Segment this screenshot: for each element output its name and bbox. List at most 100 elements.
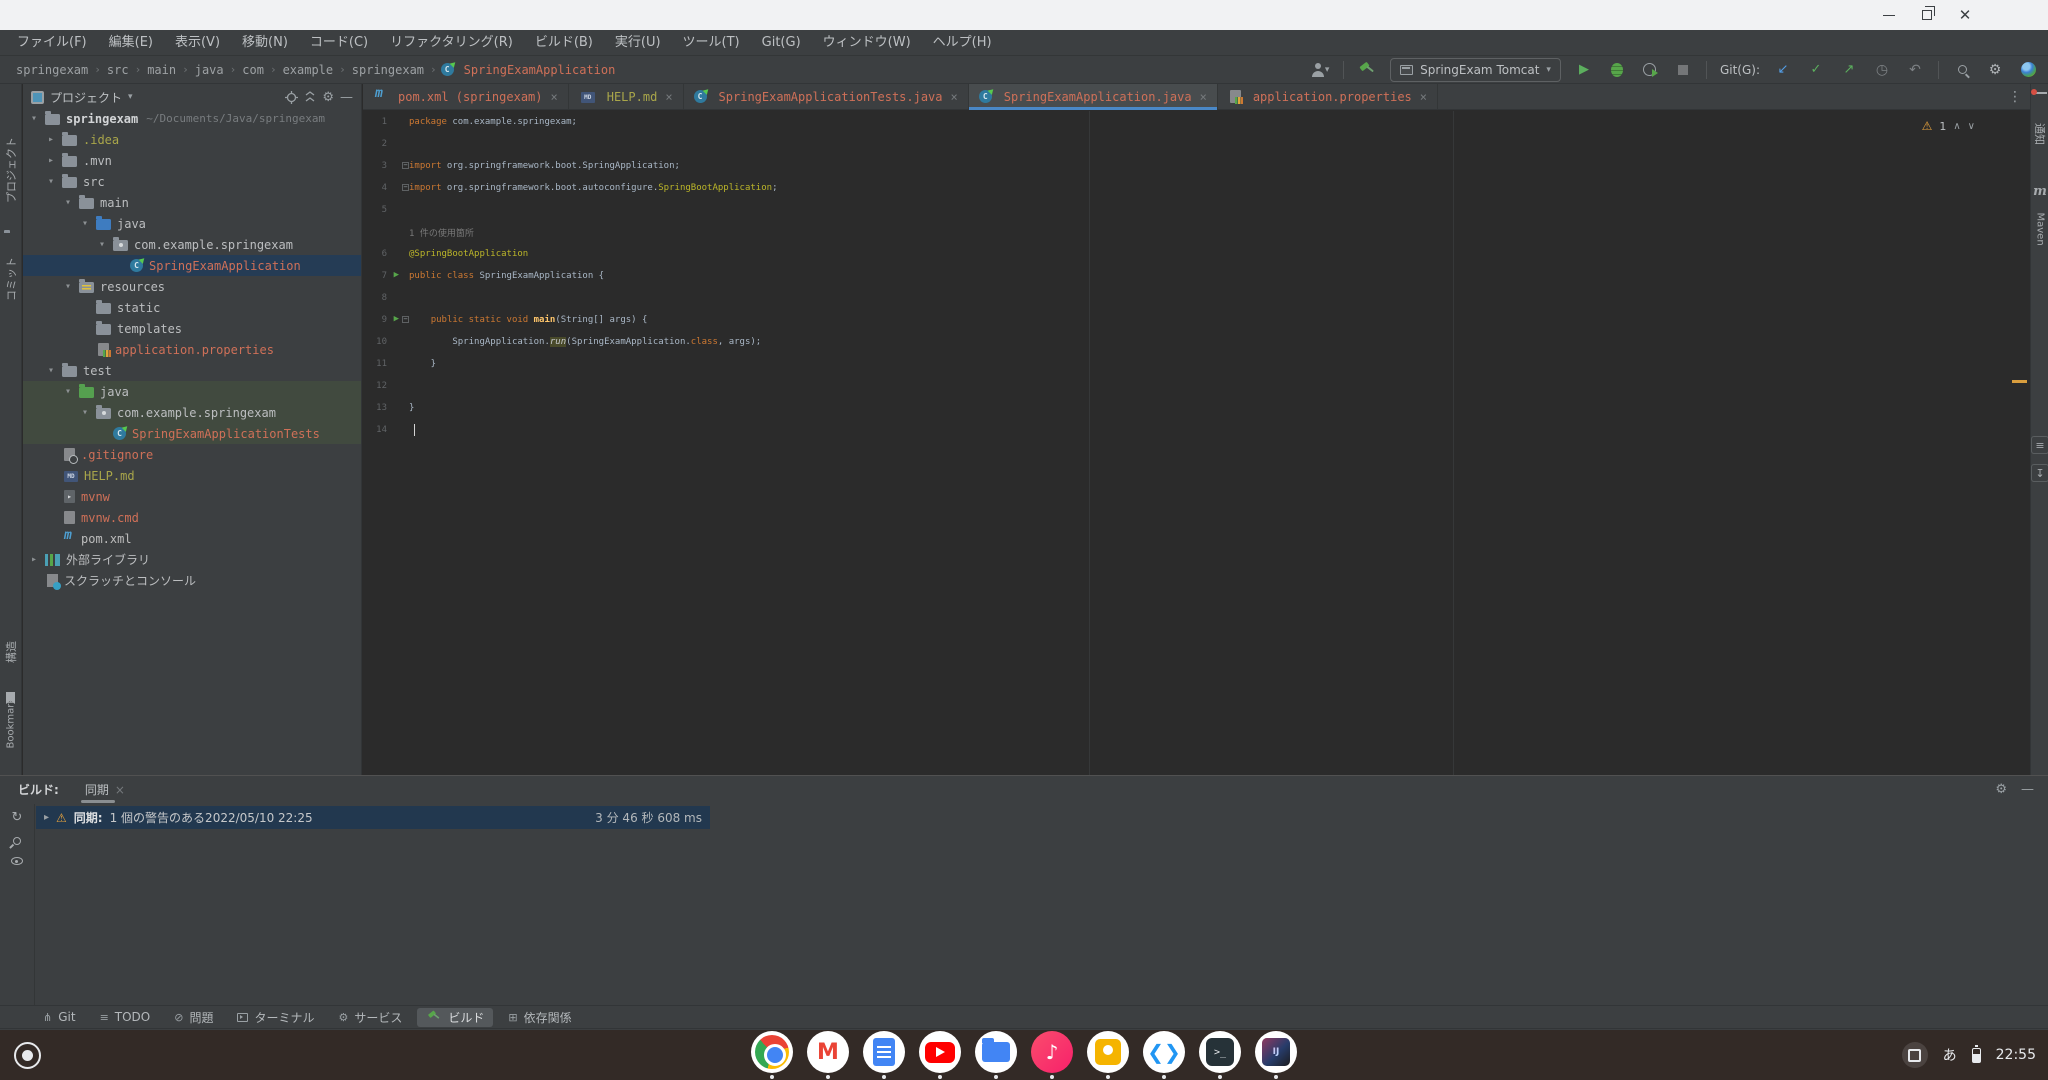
toolwindow-git[interactable]: ⋔Git [34, 1008, 85, 1027]
inspections-widget[interactable]: ⚠1 ∧ ∨ [1922, 119, 1975, 133]
tab-tests-java[interactable]: SpringExamApplicationTests.java× [684, 84, 969, 109]
fold-icon[interactable]: − [402, 316, 409, 323]
expand-icon[interactable]: ▸ [44, 812, 49, 823]
toolwindow-dependencies[interactable]: ⊞依存関係 [499, 1008, 580, 1027]
toolwindow-todo[interactable]: ≡TODO [91, 1008, 160, 1027]
settings-button[interactable]: ⚙ [1985, 59, 2005, 81]
app-intellij[interactable]: IJ [1255, 1031, 1297, 1079]
git-rollback-button[interactable]: ↶ [1905, 59, 1925, 81]
fold-icon[interactable]: − [402, 162, 409, 169]
build-project-button[interactable] [1357, 59, 1377, 81]
restore-button[interactable] [1916, 4, 1938, 26]
hide-panel-button[interactable]: — [340, 90, 353, 105]
tree-item-src[interactable]: src [23, 171, 361, 192]
app-music[interactable]: ♪ [1031, 1031, 1073, 1079]
tree-item-mvn[interactable]: .mvn [23, 150, 361, 171]
run-button[interactable]: ▶ [1574, 59, 1594, 81]
tree-item-pom-xml[interactable]: pom.xml [23, 528, 361, 549]
app-chrome[interactable] [751, 1031, 793, 1079]
code-with-me-button[interactable] [2018, 59, 2038, 81]
breadcrumb-item[interactable]: springexam [14, 63, 90, 77]
tool-stripe-bookmarks[interactable]: Bookmarks [6, 727, 17, 749]
menu-edit[interactable]: 編集(E) [98, 30, 164, 56]
minimize-button[interactable] [1878, 4, 1900, 26]
close-button[interactable]: ✕ [1954, 4, 1976, 26]
breadcrumb-item[interactable]: springexam [350, 63, 426, 77]
git-push-button[interactable]: ↗ [1839, 59, 1859, 81]
git-update-button[interactable]: ↙ [1773, 59, 1793, 81]
resync-icon[interactable]: ↻ [12, 810, 23, 825]
tree-item-external-libraries[interactable]: 外部ライブラリ [23, 549, 361, 570]
warning-stripe-mark[interactable] [2012, 380, 2027, 383]
menu-navigate[interactable]: 移動(N) [231, 30, 299, 56]
system-tray[interactable]: あ 22:55 [1902, 1042, 2036, 1068]
breadcrumb-class[interactable]: SpringExamApplication [441, 63, 616, 77]
eye-icon[interactable] [11, 857, 23, 865]
app-vscode[interactable]: ❮❯ [1143, 1031, 1185, 1079]
toolwindow-problems[interactable]: ⊘問題 [165, 1008, 222, 1027]
avatar-button[interactable]: ▾ [1310, 59, 1330, 81]
toolwindow-build[interactable]: ビルド [417, 1008, 493, 1027]
app-files[interactable] [975, 1031, 1017, 1079]
tab-help-md[interactable]: HELP.md× [569, 84, 684, 109]
menu-file[interactable]: ファイル(F) [6, 30, 98, 56]
tree-item-resources[interactable]: resources [23, 276, 361, 297]
app-keep[interactable] [1087, 1031, 1129, 1079]
hide-build-panel-icon[interactable]: — [2021, 782, 2034, 797]
pin-icon[interactable] [11, 835, 22, 846]
collapse-all-button[interactable] [304, 91, 316, 103]
close-icon[interactable]: × [1200, 90, 1207, 104]
menu-view[interactable]: 表示(V) [164, 30, 231, 56]
panel-settings-button[interactable]: ⚙ [322, 90, 334, 105]
close-icon[interactable]: × [115, 783, 125, 797]
run-main-icon[interactable]: ▶ [394, 314, 399, 325]
app-gmail[interactable]: M [807, 1031, 849, 1079]
tool-stripe-commit[interactable]: コミット [3, 279, 19, 301]
breadcrumb-item[interactable]: main [145, 63, 178, 77]
close-icon[interactable]: × [951, 90, 958, 104]
profiler-button[interactable] [1640, 59, 1660, 81]
ime-indicator[interactable]: あ [1943, 1045, 1957, 1065]
maven-icon[interactable]: m [2031, 184, 2048, 199]
tree-item-templates[interactable]: templates [23, 318, 361, 339]
tree-item-gitignore[interactable]: .gitignore [23, 444, 361, 465]
menu-window[interactable]: ウィンドウ(W) [812, 30, 922, 56]
tool-stripe-project[interactable]: プロジェクト [3, 181, 19, 203]
code-area[interactable]: ⚠1 ∧ ∨ 1package com.example.springexam; … [363, 111, 2030, 775]
menu-git[interactable]: Git(G) [751, 30, 812, 56]
tab-pom-xml[interactable]: pom.xml (springexam)× [363, 84, 569, 109]
locate-file-button[interactable] [285, 91, 298, 104]
breadcrumb-item[interactable]: src [105, 63, 131, 77]
tool-stripe-maven[interactable]: Maven [2035, 213, 2046, 235]
tree-item-idea[interactable]: .idea [23, 129, 361, 150]
tab-application-java[interactable]: SpringExamApplication.java× [969, 84, 1218, 109]
menu-tools[interactable]: ツール(T) [672, 30, 751, 56]
project-panel-title[interactable]: プロジェクト [50, 89, 122, 106]
run-configuration-select[interactable]: SpringExam Tomcat ▾ [1390, 58, 1561, 82]
tree-item-springexam-root[interactable]: springexam~/Documents/Java/springexam [23, 108, 361, 129]
prev-warning-icon[interactable]: ∧ [1953, 121, 1960, 132]
menu-refactor[interactable]: リファクタリング(R) [379, 30, 524, 56]
stop-button[interactable] [1673, 59, 1693, 81]
usage-inlay-hint[interactable]: 1 件の使用箇所 [363, 221, 2030, 243]
git-history-button[interactable]: ◷ [1872, 59, 1892, 81]
tab-options-icon[interactable]: ⋮ [2008, 89, 2022, 105]
tool-stripe-structure[interactable]: 構造 [3, 641, 19, 663]
soft-wrap-toggle[interactable]: ≡ [2031, 436, 2048, 454]
tree-item-main-package[interactable]: com.example.springexam [23, 234, 361, 255]
git-commit-button[interactable]: ✓ [1806, 59, 1826, 81]
tool-stripe-notifications[interactable]: 通知 [2032, 123, 2048, 145]
tree-item-springexamapplication[interactable]: SpringExamApplication [23, 255, 361, 276]
tree-item-test[interactable]: test [23, 360, 361, 381]
close-icon[interactable]: × [665, 90, 672, 104]
tree-item-test-java[interactable]: java [23, 381, 361, 402]
menu-code[interactable]: コード(C) [299, 30, 379, 56]
tree-item-static[interactable]: static [23, 297, 361, 318]
launcher-button[interactable] [14, 1042, 41, 1069]
next-warning-icon[interactable]: ∨ [1968, 121, 1975, 132]
breadcrumb-item[interactable]: com [240, 63, 266, 77]
search-everywhere-button[interactable] [1952, 59, 1972, 81]
close-icon[interactable]: × [551, 90, 558, 104]
close-icon[interactable]: × [1420, 90, 1427, 104]
tree-item-scratches[interactable]: スクラッチとコンソール [23, 570, 361, 591]
